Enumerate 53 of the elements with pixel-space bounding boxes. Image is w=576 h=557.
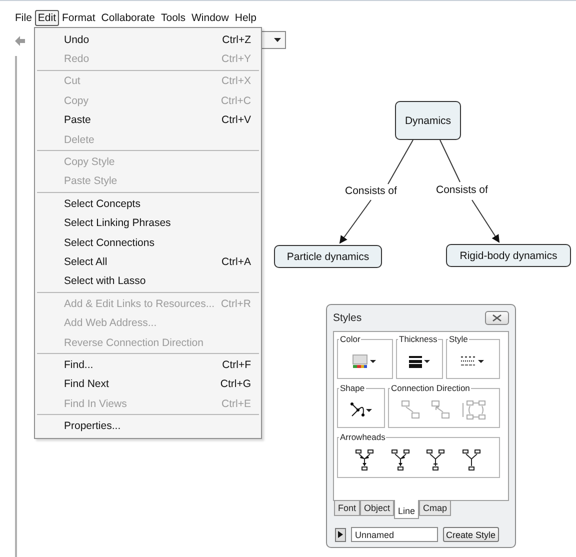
connector-line	[388, 140, 414, 184]
menu-item[interactable]: Select Concepts	[35, 194, 261, 214]
arrowhead-icon[interactable]	[390, 448, 411, 470]
linking-phrase[interactable]: Consists of	[344, 185, 398, 197]
tab[interactable]: Object	[360, 500, 394, 516]
menu-item[interactable]: Select All Ctrl+A	[35, 252, 261, 272]
menu-bar-item[interactable]: Edit	[34, 10, 60, 26]
style-name-field[interactable]: Unnamed	[351, 527, 438, 542]
menu-item[interactable]: Select with Lasso	[35, 272, 261, 292]
menu-item[interactable]: Paste Ctrl+V	[35, 110, 261, 130]
group-label: Shape	[339, 383, 366, 393]
concept-node[interactable]: Dynamics	[395, 101, 461, 140]
arrowhead-icon[interactable]	[355, 448, 376, 470]
arrow	[339, 200, 372, 244]
line-color-icon[interactable]	[352, 353, 378, 369]
back-arrow-icon[interactable]	[15, 36, 25, 46]
concept-node[interactable]: Rigid-body dynamics	[446, 244, 571, 267]
arrowhead-icon[interactable]	[426, 448, 446, 470]
menu-item[interactable]: Select Linking Phrases	[35, 214, 261, 233]
window-title: Styles	[333, 312, 362, 324]
line-shape-icon[interactable]	[349, 401, 373, 419]
connector-line	[440, 140, 460, 182]
arrow	[472, 200, 500, 243]
play-icon	[338, 531, 343, 538]
menu-bar-item[interactable]: File	[12, 10, 35, 26]
close-icon	[492, 314, 502, 322]
group-label: Thickness	[398, 334, 438, 344]
tab[interactable]: Cmap	[419, 500, 452, 516]
menu-bar-item[interactable]: Help	[232, 10, 260, 26]
group-label: Style	[448, 334, 469, 344]
caret-icon	[274, 38, 281, 42]
create-style-button[interactable]: Create Style	[443, 527, 499, 542]
expand-button[interactable]	[335, 528, 346, 542]
tab[interactable]: Font	[334, 500, 360, 516]
menu-bar-item[interactable]: Format	[59, 10, 98, 26]
linking-phrase[interactable]: Consists of	[435, 184, 489, 196]
menu-item[interactable]: Find Next Ctrl+G	[35, 374, 261, 394]
menu-bar-item[interactable]: Collaborate	[98, 10, 158, 26]
concept-node[interactable]: Particle dynamics	[274, 245, 382, 268]
menu-item[interactable]: Select Connections	[35, 232, 261, 252]
menu-item[interactable]: Undo Ctrl+Z	[35, 30, 261, 50]
menu-item[interactable]: Find... Ctrl+F	[35, 355, 261, 375]
tab[interactable]: Line	[394, 500, 420, 519]
menu-bar-item[interactable]: Tools	[158, 10, 188, 26]
close-button[interactable]	[485, 311, 509, 325]
menu-bar-item[interactable]: Window	[188, 10, 232, 26]
menu-item[interactable]: Properties...	[35, 416, 261, 436]
group-label: Color	[339, 334, 362, 344]
line-style-icon[interactable]	[460, 354, 486, 368]
line-thickness-icon[interactable]	[408, 354, 432, 368]
group-label: Connection Direction	[390, 383, 471, 393]
arrowhead-icon[interactable]	[462, 448, 482, 470]
group-label: Arrowheads	[339, 432, 386, 442]
